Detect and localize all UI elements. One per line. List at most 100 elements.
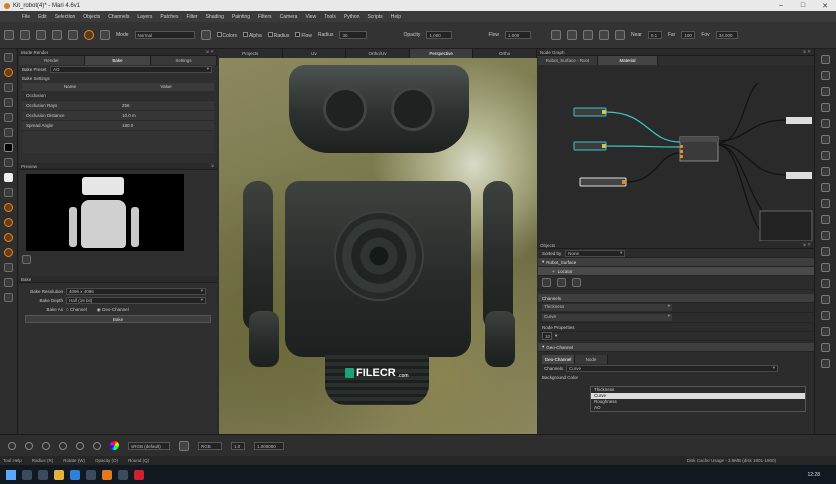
paint-tool-icon[interactable] [4,68,13,77]
menu-item-shading[interactable]: Shading [206,14,224,20]
object-remove-icon[interactable] [557,278,566,287]
menu-item-file[interactable]: File [22,14,30,20]
right-tool-4-icon[interactable] [821,103,830,112]
right-tool-3-icon[interactable] [821,87,830,96]
geo-tab-node[interactable]: Node [575,355,608,364]
task-view-icon[interactable] [38,469,48,480]
snapshot-tool-icon[interactable] [4,278,13,287]
gradient-tool-icon[interactable] [4,233,13,242]
right-tool-9-icon[interactable] [821,183,830,192]
viewport[interactable]: Projects Uv Ortho/Uv Perspective Ortho FILEC… [219,49,537,434]
object-add-icon[interactable] [542,278,551,287]
zoom-icon[interactable] [93,441,101,450]
alpha-checkbox[interactable]: Alpha [242,31,262,39]
clone-tool-icon[interactable] [4,98,13,107]
right-tool-16-icon[interactable] [821,295,830,304]
right-tool-2-icon[interactable] [821,71,830,80]
rotate-icon[interactable] [42,441,50,450]
node-graph-tab-0[interactable]: Robot_Surface - Root [538,56,598,65]
panel-pin-icon[interactable]: ⇲ ✕ [205,49,214,55]
object-item-robot-surface[interactable]: ▾ Robot_Surface [538,258,814,267]
right-tool-18-icon[interactable] [821,327,830,336]
bake-as-geo-channel-radio[interactable]: ◉ Geo-Channel [97,307,129,313]
redo-icon[interactable] [68,30,78,40]
right-tool-12-icon[interactable] [821,231,830,240]
bake-preset-select[interactable]: AO [50,66,212,73]
right-tool-14-icon[interactable] [821,263,830,272]
transform-tool-icon[interactable] [4,248,13,257]
gain-field[interactable]: 1.0 [231,441,245,450]
menu-item-layers[interactable]: Layers [137,14,152,20]
menu-item-help[interactable]: Help [391,14,401,20]
maximize-button[interactable]: □ [792,2,814,10]
save-icon[interactable] [36,30,46,40]
right-tool-17-icon[interactable] [821,311,830,320]
right-tool-7-icon[interactable] [821,151,830,160]
right-tool-15-icon[interactable] [821,279,830,288]
reset-colors-icon[interactable] [4,188,13,197]
scale-icon[interactable] [59,441,67,450]
paint-through-icon[interactable] [100,30,110,40]
background-color-swatch[interactable] [4,173,13,182]
node-graph-canvas[interactable] [538,65,814,241]
menu-item-patches[interactable]: Patches [160,14,178,20]
grid-cell-value[interactable]: 180.0 [118,121,214,130]
undo-icon[interactable] [52,30,62,40]
tab-settings[interactable]: Settings [151,56,217,65]
right-tool-8-icon[interactable] [821,167,830,176]
menu-item-filter[interactable]: Filter [186,14,197,20]
radius-field[interactable]: 30 [339,31,368,39]
right-tool-13-icon[interactable] [821,247,830,256]
tab-render[interactable]: Render [19,56,85,65]
grid-icon[interactable] [551,30,561,40]
right-tool-6-icon[interactable] [821,135,830,144]
menu-item-camera[interactable]: Camera [280,14,298,20]
pan-icon[interactable] [76,441,84,450]
sorted-by-select[interactable]: None [565,249,626,257]
eraser-tool-icon[interactable] [4,83,13,92]
mode-select[interactable]: Normal [134,31,195,39]
start-button[interactable] [6,469,16,480]
frame-field[interactable]: 1.000000 [254,441,284,450]
object-visibility-icon[interactable] [572,278,581,287]
fill-tool-icon[interactable] [4,218,13,227]
viewport-tab-perspective[interactable]: Perspective [409,49,474,58]
grid-cell-value[interactable]: 10.0 m [118,111,214,120]
shader-icon[interactable] [599,30,609,40]
store-taskbar-icon[interactable] [86,469,96,480]
channels-field-select[interactable]: Curve [566,365,778,372]
colors-checkbox[interactable]: Colors [216,31,237,39]
bake-tool-icon[interactable] [4,203,13,212]
close-button[interactable]: ✕ [814,2,836,10]
texture-tool-icon[interactable] [4,293,13,302]
table-row[interactable]: Occlusion Distance 10.0 m [22,111,214,121]
swap-colors-icon[interactable] [4,158,13,167]
near-field[interactable]: 0.1 [647,31,662,39]
flow-field[interactable]: 1.000 [505,31,531,39]
menu-item-view[interactable]: View [305,14,316,20]
right-tool-20-icon[interactable] [821,359,830,368]
foreground-color-swatch[interactable] [4,143,13,152]
geo-tab-geo-channel[interactable]: Geo-Channel [542,355,575,364]
new-project-icon[interactable] [4,30,14,40]
minimize-button[interactable]: – [770,2,792,10]
color-wheel-icon[interactable] [110,441,119,450]
menu-item-objects[interactable]: Objects [83,14,100,20]
viewport-tab-projects[interactable]: Projects [219,49,283,58]
menu-item-scripts[interactable]: Scripts [367,14,382,20]
dropdown-option-ao[interactable]: AO [591,405,805,411]
grid-cell-value[interactable]: 256 [118,101,214,110]
flow-checkbox[interactable]: Flow [295,31,312,39]
app-taskbar-icon[interactable] [118,469,128,480]
grid-section-occlusion[interactable]: Occlusion [22,91,214,101]
menu-item-edit[interactable]: Edit [38,14,47,20]
bake-button[interactable]: Bake [25,315,211,323]
brush-icon[interactable] [200,30,211,40]
bake-as-channel-radio[interactable]: ○ Channel [66,307,87,312]
viewport-tab-ortho[interactable]: Ortho [473,49,537,58]
channel-curve[interactable]: Curve [538,313,814,323]
preview-options-icon[interactable] [22,255,31,264]
lasso-tool-icon[interactable] [4,263,13,272]
picker-tool-icon[interactable] [4,128,13,137]
right-tool-19-icon[interactable] [821,343,830,352]
